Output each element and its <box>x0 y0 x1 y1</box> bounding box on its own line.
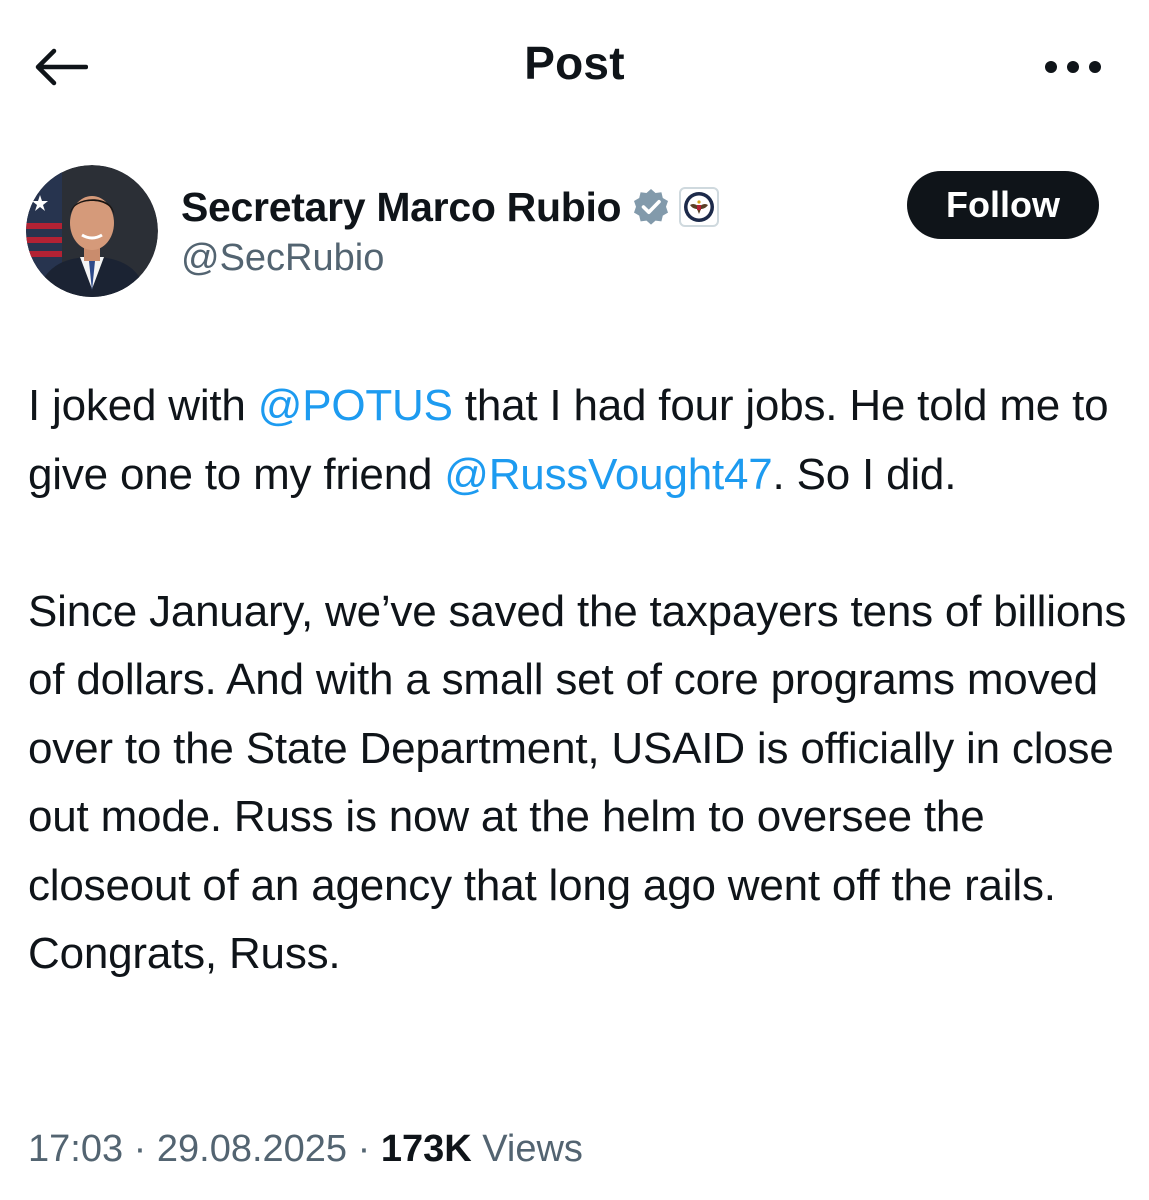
more-horizontal-icon <box>1045 61 1101 73</box>
more-options-button[interactable] <box>1037 44 1109 90</box>
display-name[interactable]: Secretary Marco Rubio <box>181 184 622 231</box>
verified-badge-icon[interactable] <box>631 187 671 227</box>
mention-link-potus[interactable]: @POTUS <box>258 381 453 430</box>
state-department-seal-icon <box>684 192 715 222</box>
tweet-paragraph-2: Since January, we’ve saved the taxpayers… <box>28 586 1127 979</box>
follow-button[interactable]: Follow <box>907 171 1099 239</box>
views-label: Views <box>482 1128 583 1170</box>
author-block: Secretary Marco Rubio @SecRubio Follow <box>26 165 1126 300</box>
views-count[interactable]: 173K <box>381 1128 472 1170</box>
affiliation-badge[interactable] <box>679 187 720 227</box>
display-name-row: Secretary Marco Rubio <box>181 179 720 235</box>
text-segment: . So I did. <box>772 449 957 499</box>
post-date[interactable]: 29.08.2025 <box>157 1128 347 1170</box>
meta-separator: · <box>357 1128 371 1170</box>
tweet-text: I joked with @POTUS that I had four jobs… <box>28 372 1128 989</box>
mention-link-russvought47[interactable]: @RussVought47 <box>444 450 772 499</box>
post-meta: 17:03 · 29.08.2025 · 173K Views <box>28 1128 583 1171</box>
post-time[interactable]: 17:03 <box>28 1128 123 1170</box>
page-title: Post <box>524 37 625 89</box>
author-handle[interactable]: @SecRubio <box>181 237 384 280</box>
avatar[interactable] <box>26 165 158 297</box>
top-bar: Post <box>0 0 1149 130</box>
tweet-paragraph-1: I joked with @POTUS that I had four jobs… <box>28 372 1128 509</box>
text-segment: I joked with <box>28 381 258 430</box>
meta-separator: · <box>133 1128 147 1170</box>
